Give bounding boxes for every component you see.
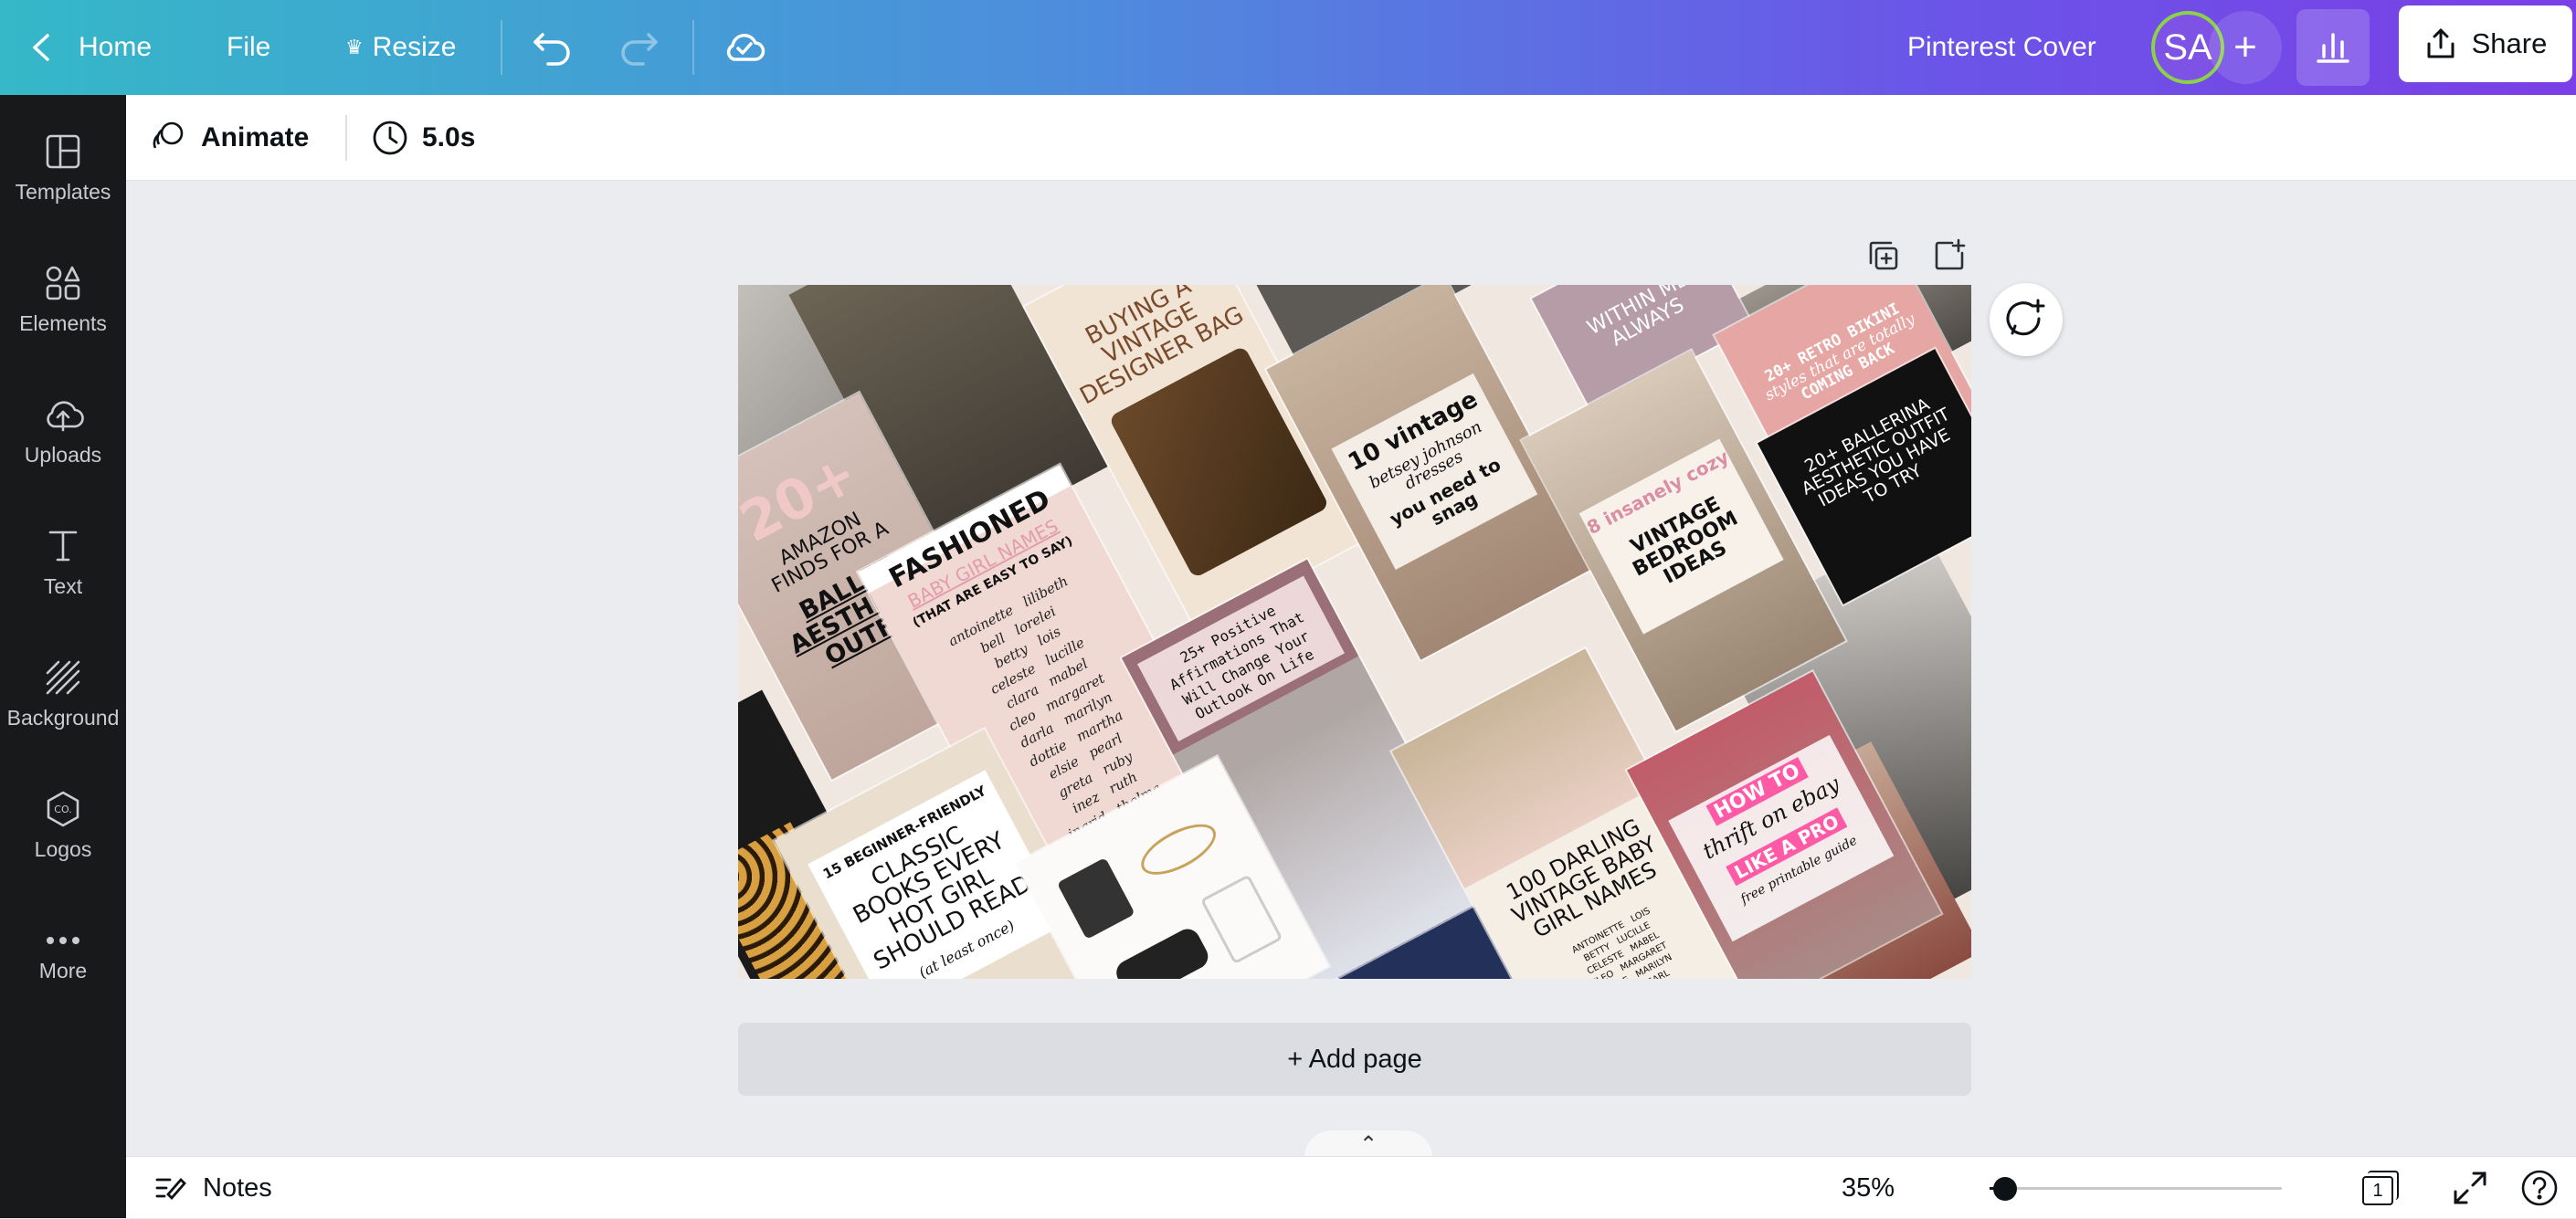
sidebar-item-more[interactable]: More (0, 902, 126, 1012)
pages-icon: 1 (2362, 1171, 2399, 1205)
sidebar-item-templates[interactable]: Templates (0, 113, 126, 223)
product-photo (1134, 814, 1224, 886)
product-photo (1199, 874, 1283, 965)
logos-icon: CO. (47, 791, 79, 826)
context-toolbar: Animate 5.0s (126, 95, 2576, 181)
more-dots-icon (47, 936, 79, 944)
duplicate-icon (1869, 241, 1898, 270)
sidebar-item-logos[interactable]: CO. Logos (0, 771, 126, 880)
expand-icon (2454, 1172, 2486, 1204)
avatar-initials: SA (2163, 26, 2212, 68)
comment-add-icon (2006, 299, 2045, 336)
design-page[interactable]: BUYING A VINTAGE DESIGNER BAG 20+ AMAZON F… (738, 285, 1971, 979)
fullscreen-button[interactable] (2452, 1157, 2488, 1219)
add-page-icon (1935, 238, 1966, 270)
document-title[interactable]: Pinterest Cover (1907, 0, 2096, 95)
document-title-text: Pinterest Cover (1907, 32, 2096, 62)
add-page-top-button[interactable] (1929, 236, 1969, 276)
toolbar-divider (692, 20, 694, 75)
sidebar-item-background[interactable]: Background (0, 639, 126, 749)
redo-icon (621, 33, 658, 66)
undo-icon (533, 33, 570, 66)
expand-pages-tab[interactable]: ⌃ (1304, 1130, 1432, 1158)
plus-icon: + (2233, 25, 2257, 69)
product-photo (1056, 856, 1135, 940)
toolbar-divider (501, 20, 502, 75)
sidebar-item-label: Elements (19, 310, 107, 335)
toolbar-divider (345, 115, 347, 161)
page-count-button[interactable]: 1 (2362, 1157, 2399, 1219)
bottom-bar: Notes 35% 1 (126, 1156, 2576, 1218)
home-button[interactable]: Home (29, 0, 152, 95)
background-pattern-icon (46, 660, 80, 694)
help-button[interactable] (2519, 1157, 2560, 1219)
sidebar-item-label: Background (6, 705, 120, 730)
add-page-label: + Add page (1287, 1044, 1422, 1074)
insights-button[interactable] (2296, 9, 2370, 86)
zoom-slider-thumb[interactable] (1993, 1177, 2017, 1201)
duration-button[interactable]: 5.0s (371, 95, 475, 181)
resize-button[interactable]: ♛ Resize (345, 0, 456, 95)
chevron-left-icon (33, 34, 49, 61)
undo-button[interactable] (532, 0, 574, 95)
svg-text:CO.: CO. (54, 804, 71, 815)
sidebar-item-text[interactable]: Text (0, 508, 126, 617)
text-icon (48, 531, 78, 561)
zoom-slider[interactable] (1990, 1177, 2282, 1201)
zoom-label: 35% (1842, 1172, 1895, 1203)
cloud-check-icon (726, 34, 765, 61)
sidebar-item-label: Logos (34, 836, 92, 861)
file-menu-button[interactable]: File (227, 0, 270, 95)
animate-label: Animate (201, 122, 310, 152)
sidebar-item-label: Text (43, 573, 83, 598)
chevron-up-icon: ⌃ (1358, 1131, 1378, 1157)
resize-label: Resize (372, 32, 457, 62)
upload-share-icon (2427, 28, 2455, 58)
cloud-save-status[interactable] (722, 0, 767, 95)
home-label: Home (79, 32, 153, 62)
sidebar-item-uploads[interactable]: Uploads (0, 376, 126, 486)
add-page-button[interactable]: + Add page (738, 1023, 1971, 1096)
crown-icon: ♛ (345, 36, 364, 58)
sidebar-item-elements[interactable]: Elements (0, 245, 126, 354)
redo-button[interactable] (618, 0, 660, 95)
clock-icon (373, 121, 407, 155)
page-count: 1 (2372, 1180, 2383, 1201)
notes-icon (155, 1177, 186, 1201)
sidebar-item-label: Uploads (24, 442, 102, 467)
share-label: Share (2471, 27, 2548, 59)
add-comment-button[interactable] (1990, 283, 2063, 356)
product-photo (1112, 924, 1213, 979)
left-sidebar: Templates Elements Uploads Text Backgrou… (0, 95, 126, 1218)
templates-icon (46, 134, 80, 168)
help-icon (2521, 1170, 2558, 1206)
notes-button[interactable]: Notes (153, 1157, 272, 1219)
file-label: File (227, 32, 271, 62)
zoom-percentage[interactable]: 35% (1842, 1157, 1895, 1219)
animate-button[interactable]: Animate (150, 95, 309, 181)
share-button[interactable]: Share (2399, 5, 2572, 82)
duration-label: 5.0s (422, 122, 476, 152)
invite-button[interactable]: + (2209, 11, 2282, 84)
bar-chart-icon (2317, 33, 2349, 63)
sidebar-item-label: Templates (15, 179, 111, 204)
editor-header: Home File ♛ Resize Pinterest Cover SA + … (0, 0, 2576, 95)
duplicate-page-button[interactable] (1863, 236, 1904, 276)
elements-icon (46, 266, 80, 299)
sidebar-item-label: More (38, 958, 88, 983)
animate-icon (153, 121, 184, 149)
cloud-upload-icon (47, 400, 84, 431)
notes-label: Notes (203, 1172, 272, 1203)
canvas-area: BUYING A VINTAGE DESIGNER BAG 20+ AMAZON F… (126, 181, 2576, 1158)
